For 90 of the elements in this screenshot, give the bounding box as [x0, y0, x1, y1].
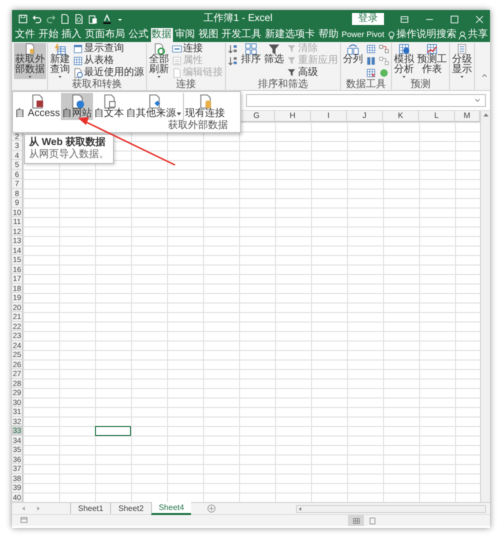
- ribbon-button[interactable]: 最近使用的源: [72, 67, 145, 79]
- ribbon-tab[interactable]: 公式: [127, 28, 150, 42]
- column-header: G: [239, 111, 275, 122]
- ribbon-tab[interactable]: 开始: [37, 28, 60, 42]
- ribbon-tab[interactable]: 数据: [150, 28, 173, 42]
- undo-icon: [32, 14, 42, 24]
- ribbon-tab[interactable]: 开发工具: [220, 28, 263, 42]
- selected-cell[interactable]: [95, 426, 131, 436]
- connector-icon[interactable]: [379, 56, 389, 66]
- ribbon-button[interactable]: 预测工作表: [416, 43, 448, 75]
- ribbon-button[interactable]: 连接: [171, 43, 224, 55]
- ribbon-button[interactable]: 分列: [342, 43, 364, 65]
- sign-in-button[interactable]: 登录: [352, 13, 384, 25]
- column-header: J: [347, 111, 383, 122]
- ribbon-tab[interactable]: 插入: [60, 28, 83, 42]
- close-icon: [475, 14, 484, 24]
- scroll-left-icon[interactable]: [297, 506, 303, 512]
- menu-item[interactable]: 自文本: [93, 93, 126, 120]
- ribbon-button[interactable]: 全部刷新: [148, 43, 170, 79]
- redo-icon: [46, 14, 56, 24]
- group-label: 获取外部数据: [167, 121, 229, 132]
- menu-item[interactable]: 自其他来源: [125, 93, 184, 120]
- tooltip: 从 Web 获取数据 从网页导入数据。: [24, 134, 114, 164]
- expand-icon[interactable]: [474, 97, 481, 104]
- caret-icon: [459, 75, 465, 79]
- ribbon-tab[interactable]: 审阅: [174, 28, 196, 42]
- collapse-icon[interactable]: [481, 72, 488, 80]
- caret-icon: [57, 75, 63, 79]
- ribbon-tab[interactable]: 帮助: [317, 28, 340, 42]
- window-title: 工作簿1 - Excel: [204, 12, 272, 26]
- print-preview-icon: [74, 14, 84, 24]
- ribbon-button[interactable]: 高级: [286, 67, 339, 79]
- caret-icon: [156, 75, 162, 79]
- ribbon-button[interactable]: 筛选: [263, 43, 285, 65]
- column-header: I: [311, 111, 347, 122]
- horizontal-scrollbar[interactable]: [296, 504, 486, 512]
- document-icon: [172, 68, 182, 78]
- new-document-icon: [60, 14, 70, 24]
- circle-icon[interactable]: [379, 68, 389, 78]
- previous-sheet-icon[interactable]: [20, 505, 27, 512]
- ribbon-tab[interactable]: 新建选项卡: [264, 28, 316, 42]
- ribbon-tab[interactable]: 页面布局: [84, 28, 126, 42]
- share-button[interactable]: 共享: [458, 28, 488, 42]
- maximize-icon: [450, 14, 459, 24]
- ribbon-tab[interactable]: 文件: [14, 28, 36, 42]
- menu-item[interactable]: 现有连接: [184, 93, 226, 120]
- menu-item[interactable]: 自 Access: [14, 93, 62, 120]
- group-label: 排序和筛选: [257, 79, 309, 90]
- ribbon-button[interactable]: 显示查询: [72, 43, 145, 55]
- save-icon: [18, 14, 28, 24]
- table-icon: [73, 56, 83, 66]
- group-label: 连接: [175, 79, 197, 90]
- group-label: 获取和转换: [71, 79, 123, 90]
- group-label: 数据工具: [345, 79, 387, 90]
- normal-view-button[interactable]: [348, 515, 364, 526]
- access-icon: [30, 94, 45, 109]
- document-icon: [73, 68, 83, 78]
- ribbon-button[interactable]: 排序: [240, 43, 262, 65]
- ribbon-display-icon: [400, 14, 409, 24]
- lightbulb-icon: [386, 30, 396, 40]
- connector-icon[interactable]: [379, 44, 389, 54]
- database-icon: [198, 94, 213, 109]
- font-color-icon: [102, 14, 112, 24]
- column-header: K: [383, 111, 419, 122]
- sheet-tab[interactable]: Sheet4: [150, 502, 192, 515]
- ribbon-button[interactable]: 分级显示: [451, 43, 473, 79]
- list-icon: [172, 56, 182, 66]
- group-label: 预测: [410, 79, 432, 90]
- column-header: L: [419, 111, 455, 122]
- ribbon-tab[interactable]: 视图: [197, 28, 220, 42]
- text-file-icon: [102, 94, 117, 109]
- caret-icon: [27, 75, 33, 79]
- tell-me-search[interactable]: 操作说明搜索: [386, 28, 457, 42]
- page-icon: [368, 516, 376, 524]
- document-icon: [146, 94, 162, 109]
- ribbon-button[interactable]: 模拟分析: [393, 43, 415, 79]
- paste-icon: [88, 14, 98, 24]
- ribbon-button[interactable]: 获取外部数据: [14, 43, 46, 79]
- person-icon: [458, 30, 467, 40]
- menu-item[interactable]: 自网站: [61, 93, 94, 120]
- ribbon-tab[interactable]: Power Pivot: [340, 28, 386, 42]
- caret-icon: [401, 75, 407, 79]
- web-icon: [70, 94, 85, 109]
- ribbon-button[interactable]: 新建查询: [49, 43, 71, 79]
- add-sheet-icon[interactable]: [207, 504, 216, 513]
- column-header: M: [455, 111, 480, 122]
- macro-record-icon[interactable]: [20, 516, 28, 524]
- ribbon-button[interactable]: 从表格: [72, 55, 145, 67]
- column-header: H: [275, 111, 311, 122]
- next-sheet-icon[interactable]: [35, 505, 42, 512]
